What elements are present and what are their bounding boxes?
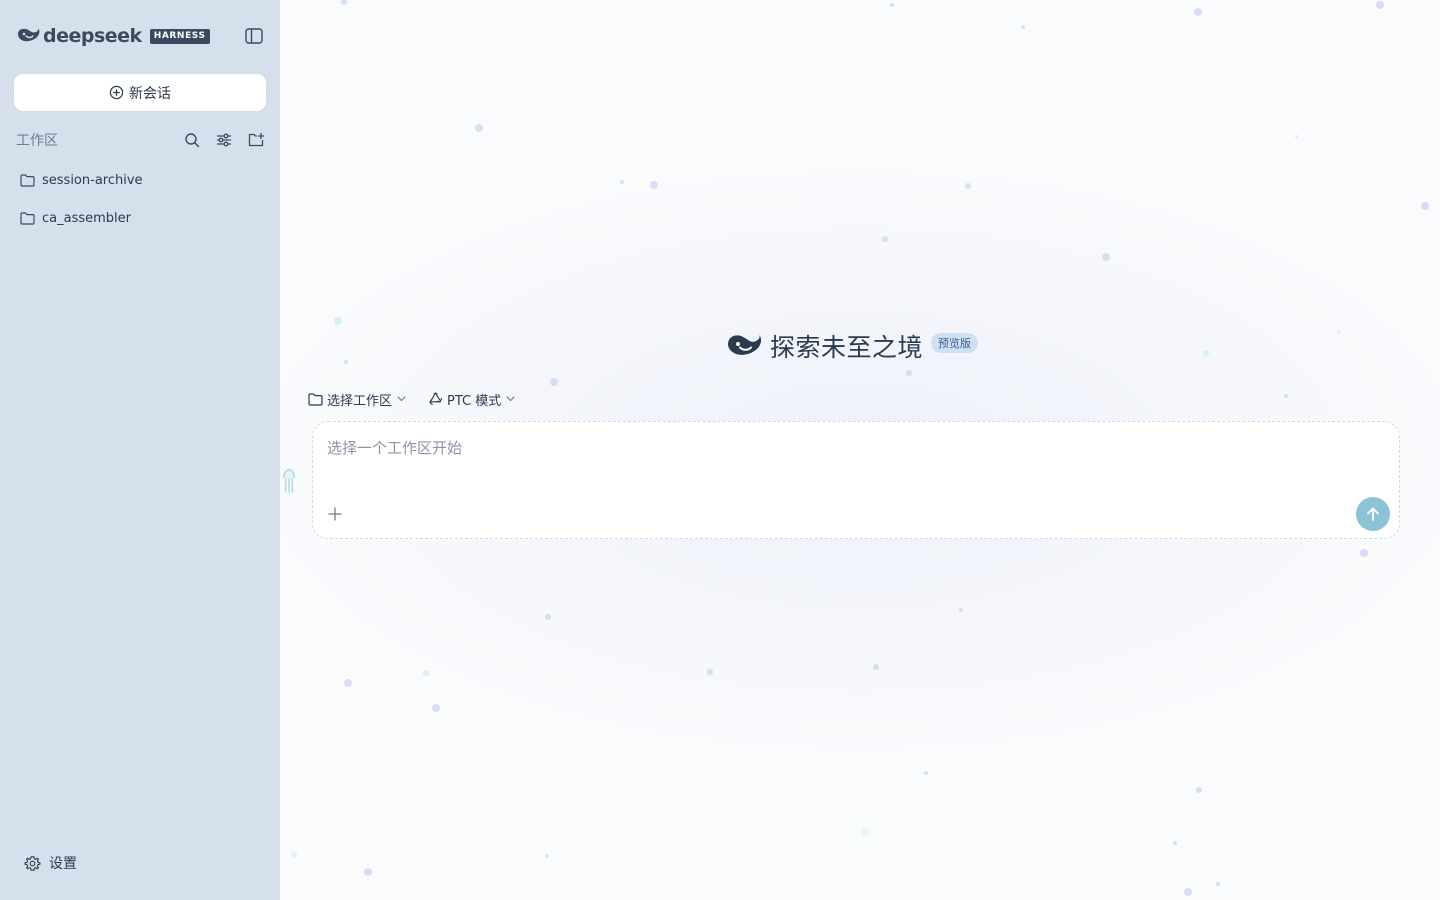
message-input[interactable] [327,436,1327,460]
mode-select-label: PTC 模式 [447,393,502,409]
folder-icon [20,173,35,187]
whale-logo-icon [18,28,40,42]
plus-icon [328,507,342,521]
workspace-select-label: 选择工作区 [327,393,393,409]
chevron-down-icon [397,396,406,402]
search-icon [185,133,200,148]
workspace-search-button[interactable] [182,130,202,150]
sliders-icon [216,133,232,147]
composer [312,421,1400,539]
attach-button[interactable] [327,506,343,522]
settings-label: 设置 [49,856,77,872]
brand-wordmark: deepseek [43,25,142,47]
send-button[interactable] [1356,497,1390,531]
mode-select[interactable]: PTC 模式 [428,390,515,409]
sidebar: deepseek HARNESS 新会话 工作区 session-archive… [0,0,280,900]
brand-tag: HARNESS [149,28,210,44]
hero-title: 探索未至之境 [770,333,924,362]
drag-handle-icon[interactable] [282,464,296,494]
chevron-down-icon [506,396,515,402]
whale-logo-icon [728,335,762,355]
settings-button[interactable]: 设置 [24,850,77,876]
plus-circle-icon [109,85,124,100]
workspace-item-session-archive[interactable]: session-archive [12,162,268,198]
new-chat-button[interactable]: 新会话 [14,74,266,111]
add-workspace-button[interactable] [246,130,266,150]
folder-icon [308,392,323,406]
new-chat-label: 新会话 [129,85,171,102]
collapse-sidebar-button[interactable] [243,26,265,46]
recycle-icon [429,392,443,406]
hero: 探索未至之境 预览版 [726,328,979,364]
workspace-item-label: session-archive [42,172,143,188]
arrow-up-icon [1367,507,1379,521]
workspace-list: session-archive ca_assembler [12,162,268,238]
main-area: 探索未至之境 预览版 选择工作区 PTC 模式 [280,0,1440,900]
gear-icon [24,855,41,871]
folder-plus-icon [248,132,264,147]
workspace-item-ca-assembler[interactable]: ca_assembler [12,200,268,236]
composer-toolbar: 选择工作区 PTC 模式 [308,388,537,410]
brand-logo: deepseek HARNESS [16,24,210,48]
workspace-item-label: ca_assembler [42,210,131,226]
workspace-title: 工作区 [16,133,58,149]
workspace-select[interactable]: 选择工作区 [308,390,406,409]
folder-icon [20,211,35,225]
workspace-header: 工作区 [16,128,266,152]
sidebar-toggle-icon [245,28,263,44]
workspace-filter-button[interactable] [214,130,234,150]
preview-badge: 预览版 [931,333,979,353]
